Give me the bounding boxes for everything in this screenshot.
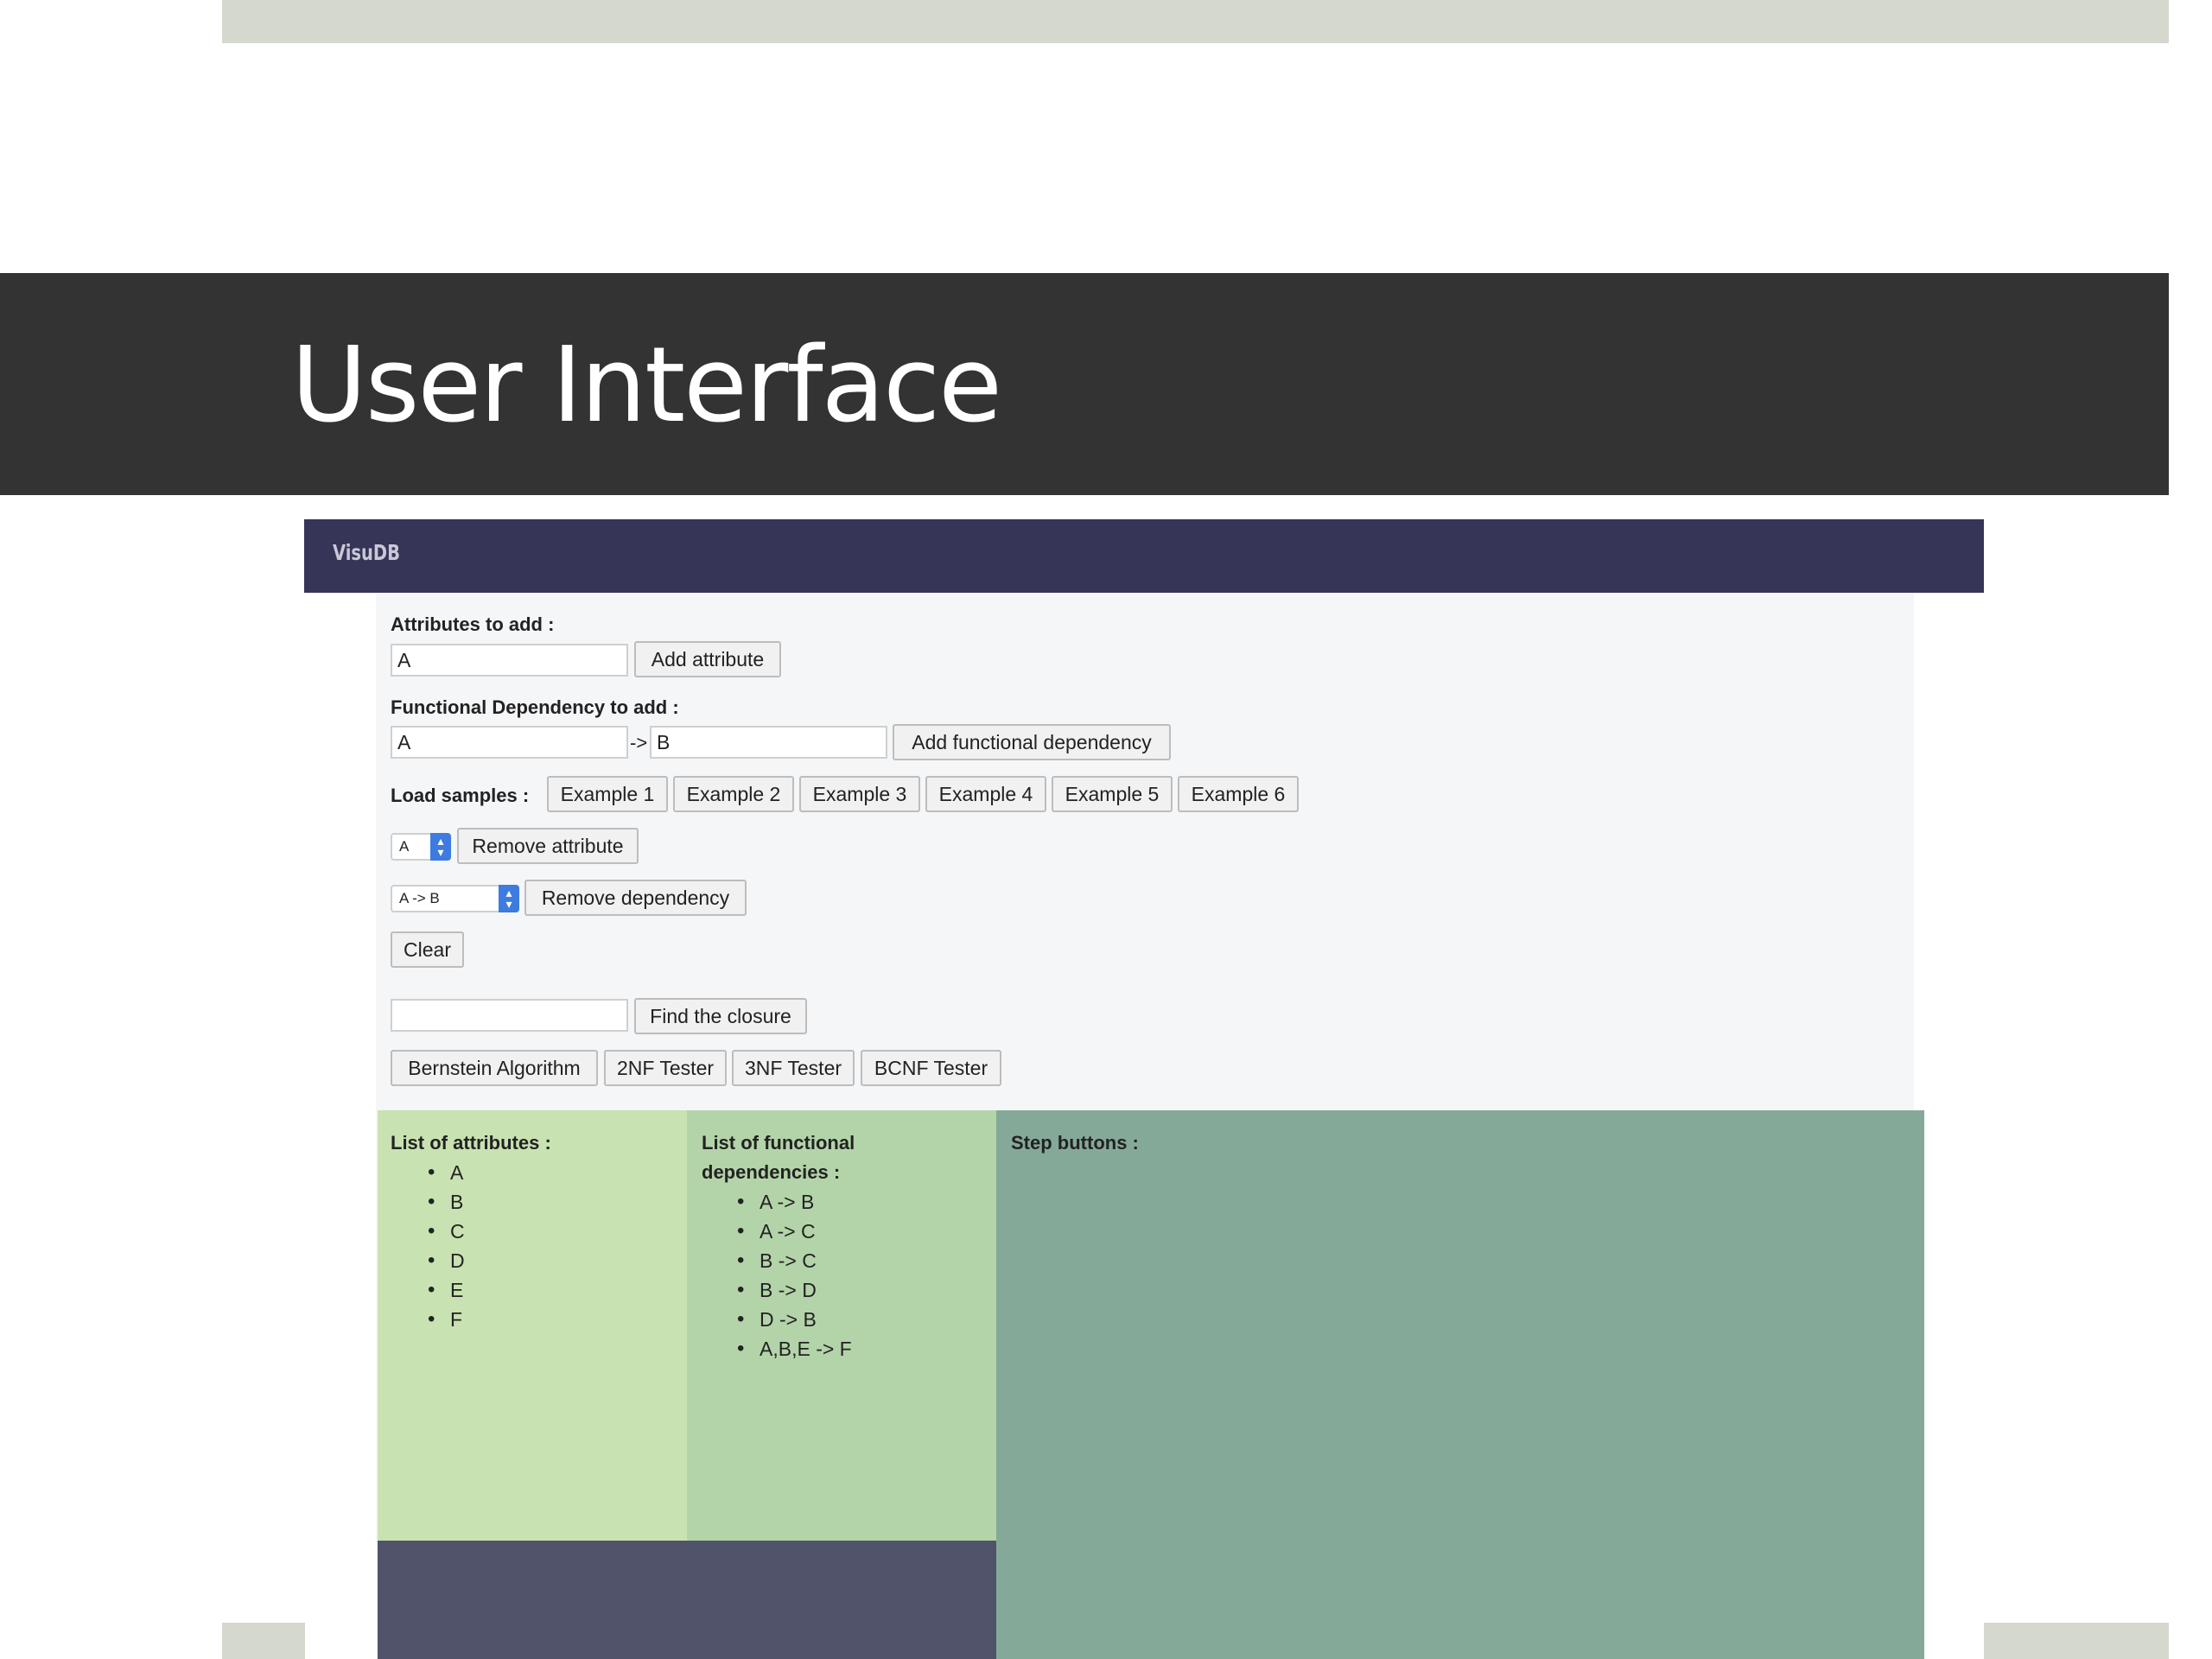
app-header: VisuDB: [304, 519, 1984, 593]
fd-list: A -> B A -> C B -> C B -> D D -> B A,B,E…: [737, 1187, 852, 1363]
attribute-input[interactable]: [391, 644, 628, 677]
step-buttons-title: Step buttons :: [1011, 1132, 1139, 1154]
app-footer-right: [996, 1541, 1924, 1659]
app-footer-left: [378, 1541, 996, 1659]
example-2-button[interactable]: Example 2: [673, 776, 794, 812]
closure-input[interactable]: [391, 999, 628, 1032]
list-item: A,B,E -> F: [737, 1334, 852, 1363]
list-item: C: [428, 1217, 465, 1246]
list-item: B -> D: [737, 1275, 852, 1305]
attributes-list-title: List of attributes :: [391, 1132, 551, 1154]
list-item: B -> C: [737, 1246, 852, 1275]
list-item: F: [428, 1305, 465, 1334]
dependency-select-value: A -> B: [399, 890, 440, 906]
step-buttons-panel: Step buttons :: [996, 1110, 1924, 1542]
list-item: D: [428, 1246, 465, 1275]
clear-button[interactable]: Clear: [391, 931, 464, 968]
fd-list-panel: List of functional dependencies : A -> B…: [687, 1110, 996, 1542]
attribute-select-value: A: [399, 838, 410, 855]
2nf-tester-button[interactable]: 2NF Tester: [604, 1050, 727, 1086]
list-item: B: [428, 1187, 465, 1217]
load-samples-label: Load samples :: [391, 785, 530, 806]
fd-arrow-separator: ->: [630, 732, 648, 753]
fd-right-input[interactable]: [650, 726, 887, 759]
app-brand[interactable]: VisuDB: [333, 540, 400, 565]
fd-list-title: List of functional dependencies :: [702, 1128, 855, 1187]
example-4-button[interactable]: Example 4: [925, 776, 1046, 812]
example-6-button[interactable]: Example 6: [1178, 776, 1299, 812]
example-5-button[interactable]: Example 5: [1052, 776, 1173, 812]
find-closure-button[interactable]: Find the closure: [634, 998, 807, 1034]
remove-attribute-button[interactable]: Remove attribute: [457, 828, 639, 864]
list-item: D -> B: [737, 1305, 852, 1334]
list-item: A -> C: [737, 1217, 852, 1246]
example-3-button[interactable]: Example 3: [799, 776, 920, 812]
bcnf-tester-button[interactable]: BCNF Tester: [861, 1050, 1001, 1086]
list-item: A: [428, 1158, 465, 1187]
fd-to-add-label: Functional Dependency to add :: [391, 696, 679, 718]
bottom-accent-strip-left: [222, 1623, 305, 1659]
fd-list-title-line1: List of functional: [702, 1132, 855, 1154]
bottom-accent-strip-right: [1984, 1623, 2169, 1659]
attributes-list-panel: List of attributes : A B C D E F: [378, 1110, 687, 1542]
attribute-select[interactable]: A ▴ ▾: [391, 833, 451, 861]
list-item: A -> B: [737, 1187, 852, 1217]
chevron-up-down-icon: ▴ ▾: [430, 833, 451, 861]
3nf-tester-button[interactable]: 3NF Tester: [732, 1050, 855, 1086]
top-accent-strip: [222, 0, 2169, 43]
chevron-up-down-icon: ▴ ▾: [499, 885, 519, 912]
example-1-button[interactable]: Example 1: [547, 776, 668, 812]
fd-left-input[interactable]: [391, 726, 628, 759]
fd-list-title-line2: dependencies :: [702, 1161, 841, 1183]
slide-title: User Interface: [291, 326, 1002, 446]
bernstein-algorithm-button[interactable]: Bernstein Algorithm: [391, 1050, 598, 1086]
attributes-list: A B C D E F: [428, 1158, 465, 1334]
remove-dependency-button[interactable]: Remove dependency: [524, 880, 747, 916]
list-item: E: [428, 1275, 465, 1305]
add-functional-dependency-button[interactable]: Add functional dependency: [893, 724, 1171, 760]
attributes-to-add-label: Attributes to add :: [391, 613, 555, 635]
add-attribute-button[interactable]: Add attribute: [634, 641, 781, 677]
dependency-select[interactable]: A -> B ▴ ▾: [391, 885, 519, 912]
